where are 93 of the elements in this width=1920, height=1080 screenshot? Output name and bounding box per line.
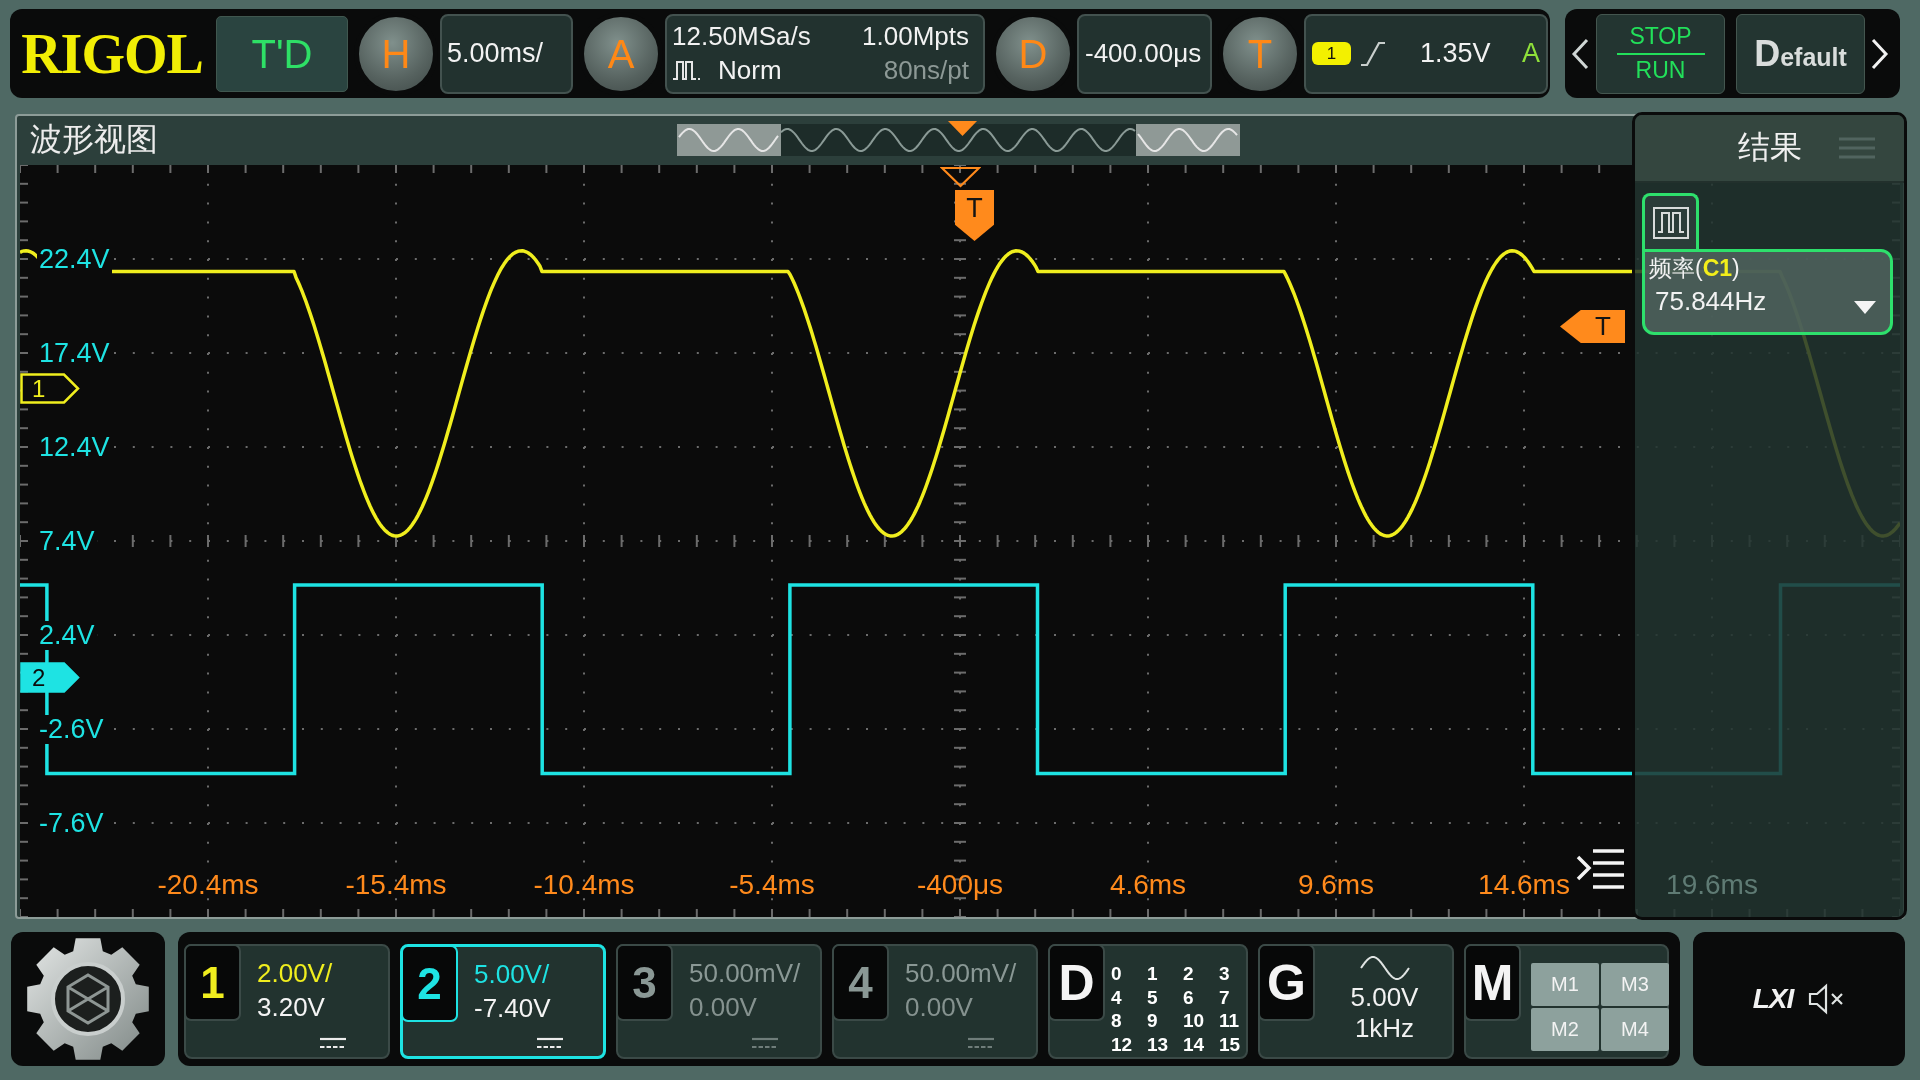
time-label: 9.6ms (1297, 871, 1375, 899)
gear-icon (24, 935, 152, 1063)
home-button[interactable] (11, 932, 165, 1066)
offset-label: 0.00V (905, 991, 974, 1024)
delay-display[interactable]: -400.00μs (1077, 13, 1212, 94)
sweep-mode-label: A (1522, 37, 1540, 69)
waveform-view-title: 波形视图 (30, 121, 158, 158)
generator-card[interactable]: G 5.00V 1kHz (1258, 944, 1454, 1059)
voltage-label: -2.6V (37, 714, 106, 744)
time-label: 14.6ms (1478, 871, 1570, 899)
digital-channel-number: 10 (1183, 1011, 1205, 1031)
time-label: -400μs (916, 871, 1004, 899)
digital-channel-number: 14 (1183, 1034, 1205, 1054)
digital-channel-number: 12 (1111, 1034, 1133, 1054)
digital-channel-number: 3 (1219, 964, 1230, 984)
digital-channel-number: 1 (1147, 964, 1158, 984)
offset-label: -7.40V (474, 992, 552, 1025)
digital-channel-number: 0 (1111, 964, 1122, 984)
results-title: 结果 (1737, 130, 1802, 166)
digital-channel-number: 6 (1183, 987, 1194, 1007)
dc-coupling-icon (751, 1035, 779, 1050)
trigger-source-badge: 1 (1312, 42, 1351, 65)
measurement-card[interactable]: 频率(C1) 75.844Hz (1642, 249, 1893, 335)
down-triangle-icon (940, 166, 981, 188)
timebase-display[interactable]: 5.00ms/ (440, 13, 573, 94)
memory-depth-label: 1.00Mpts (862, 21, 969, 52)
channel-number: 2 (401, 945, 458, 1022)
digital-channel-number: 8 (1111, 1011, 1122, 1031)
run-stop-button[interactable]: STOP RUN (1596, 13, 1725, 94)
time-label: 19.6ms (1666, 871, 1758, 899)
acquire-mode-label: Norm (718, 55, 782, 86)
brand-logo: RIGOL (20, 25, 204, 82)
sample-interval-label: 80ns/pt (883, 55, 969, 86)
time-label: 4.6ms (1109, 871, 1187, 899)
channel-number: 4 (832, 944, 889, 1021)
lxi-label: LXI (1752, 982, 1794, 1016)
voltage-label: 2.4V (37, 620, 97, 650)
digital-channel-number: 5 (1147, 987, 1158, 1007)
trigger-position-marker[interactable]: T (955, 190, 994, 241)
channel-number: 1 (184, 944, 241, 1021)
math-key[interactable]: M (1464, 944, 1521, 1021)
measurement-value: 75.844Hz (1654, 286, 1767, 316)
sine-wave-icon (1359, 954, 1410, 982)
channel-card[interactable]: 4 50.00mV/ 0.00V (832, 944, 1038, 1059)
digital-channel-number: 4 (1111, 987, 1122, 1007)
digital-channel-number: 7 (1219, 987, 1230, 1007)
trigger-level-marker[interactable]: T (1560, 310, 1625, 343)
channel-marker[interactable]: 2 (20, 662, 80, 693)
default-button[interactable]: Default (1736, 13, 1865, 94)
channel-card[interactable]: 1 2.00V/ 3.20V (184, 944, 390, 1059)
measurement-tab[interactable] (1642, 193, 1699, 249)
trigger-panel[interactable]: 1 1.35V A (1304, 13, 1548, 94)
time-label: -20.4ms (157, 871, 259, 899)
channel-marker[interactable]: 1 (20, 373, 80, 404)
time-label: -5.4ms (729, 871, 815, 899)
volts-per-div-label: 2.00V/ (257, 957, 334, 990)
pulse-icon (672, 58, 702, 83)
time-label: -10.4ms (533, 871, 635, 899)
trigger-level-label: 1.35V (1420, 37, 1491, 69)
pulse-window-icon (1651, 205, 1690, 240)
generator-key: G (1258, 944, 1315, 1021)
time-label: -15.4ms (345, 871, 447, 899)
acquisition-panel[interactable]: 12.50MSa/s 1.00Mpts Norm 80ns/pt (665, 13, 985, 94)
digital-channel-number: 13 (1147, 1034, 1169, 1054)
caret-down-icon[interactable] (1854, 300, 1876, 314)
digital-channel-number: 9 (1147, 1011, 1158, 1031)
amplitude-label: 5.00V (1350, 982, 1419, 1013)
dc-coupling-icon (536, 1035, 564, 1050)
channel-card[interactable]: 3 50.00mV/ 0.00V (616, 944, 822, 1059)
channel-card[interactable]: 2 5.00V/ -7.40V (400, 944, 606, 1059)
down-triangle-icon (948, 120, 977, 136)
digital-channels-card[interactable]: D 0 1 2 3 4 5 6 7 8 9 10 11 12 13 14 15 (1048, 944, 1248, 1059)
digital-key: D (1048, 944, 1105, 1021)
frequency-label: 1kHz (1354, 1013, 1415, 1044)
dc-coupling-icon (967, 1035, 995, 1050)
digital-channel-number: 2 (1183, 964, 1194, 984)
memory-overview-drawing[interactable] (677, 123, 1240, 156)
sample-rate-label: 12.50MSa/s (672, 21, 811, 52)
volts-per-div-label: 50.00mV/ (905, 957, 1018, 990)
channel-number: 3 (616, 944, 673, 1021)
digital-channel-number: 15 (1219, 1034, 1241, 1054)
digital-channel-number: 11 (1219, 1011, 1240, 1031)
volts-per-div-label: 50.00mV/ (689, 957, 802, 990)
offset-label: 0.00V (689, 991, 758, 1024)
dc-coupling-icon (319, 1035, 347, 1050)
chevron-left-icon[interactable] (1570, 36, 1591, 71)
chevron-right-icon[interactable] (1869, 36, 1890, 71)
volts-per-div-label: 5.00V/ (474, 958, 551, 991)
offset-label: 3.20V (257, 991, 326, 1024)
menu-icon[interactable] (1576, 847, 1626, 891)
mode-button[interactable]: T'D (216, 15, 348, 92)
measurement-label: 频率(C1) (1649, 255, 1740, 283)
speaker-muted-icon[interactable] (1807, 982, 1846, 1016)
